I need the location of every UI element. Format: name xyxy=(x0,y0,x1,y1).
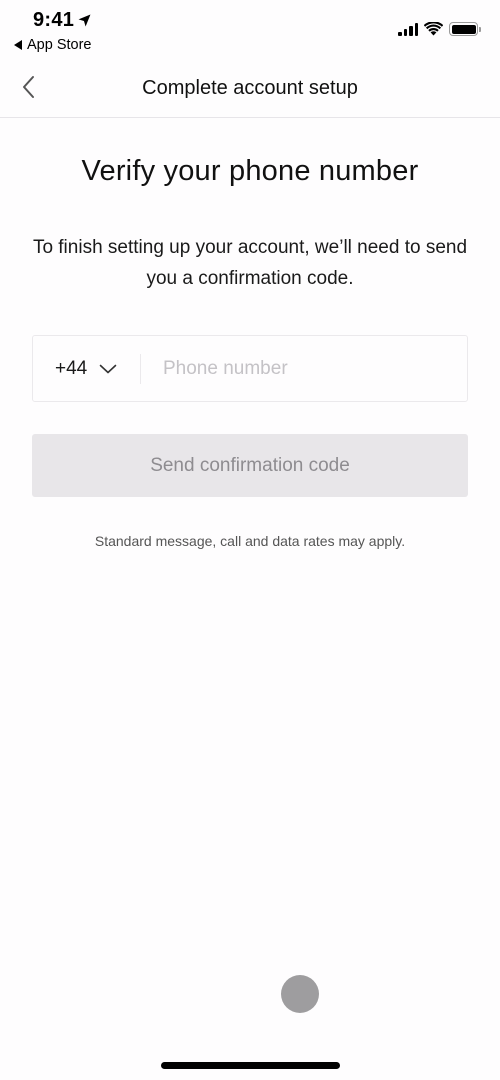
phone-number-field: +44 xyxy=(32,335,468,402)
location-arrow-icon xyxy=(78,14,91,27)
status-time: 9:41 xyxy=(33,9,91,32)
cellular-signal-icon xyxy=(398,22,418,36)
touch-indicator xyxy=(281,975,319,1013)
page-subtitle: To finish setting up your account, we’ll… xyxy=(32,237,468,289)
screen: 9:41 App Store Complete account setup Ve… xyxy=(0,0,500,1080)
send-confirmation-code-button[interactable]: Send confirmation code xyxy=(32,434,468,497)
time-label: 9:41 xyxy=(33,9,75,31)
back-to-app-store[interactable]: App Store xyxy=(14,37,92,53)
home-indicator[interactable] xyxy=(161,1062,340,1069)
page-heading: Verify your phone number xyxy=(81,155,419,187)
country-code-select[interactable]: +44 xyxy=(33,336,140,401)
chevron-down-icon xyxy=(99,364,117,373)
status-bar: 9:41 App Store xyxy=(0,0,500,58)
nav-bar: Complete account setup xyxy=(0,58,500,118)
country-code-value: +44 xyxy=(55,357,88,379)
rates-disclaimer: Standard message, call and data rates ma… xyxy=(94,533,406,549)
battery-icon xyxy=(449,22,481,36)
phone-number-input[interactable] xyxy=(141,336,467,401)
wifi-icon xyxy=(424,22,443,36)
nav-title: Complete account setup xyxy=(142,77,358,99)
back-triangle-icon xyxy=(14,40,22,50)
back-app-label: App Store xyxy=(27,37,92,53)
status-icons xyxy=(398,22,481,36)
